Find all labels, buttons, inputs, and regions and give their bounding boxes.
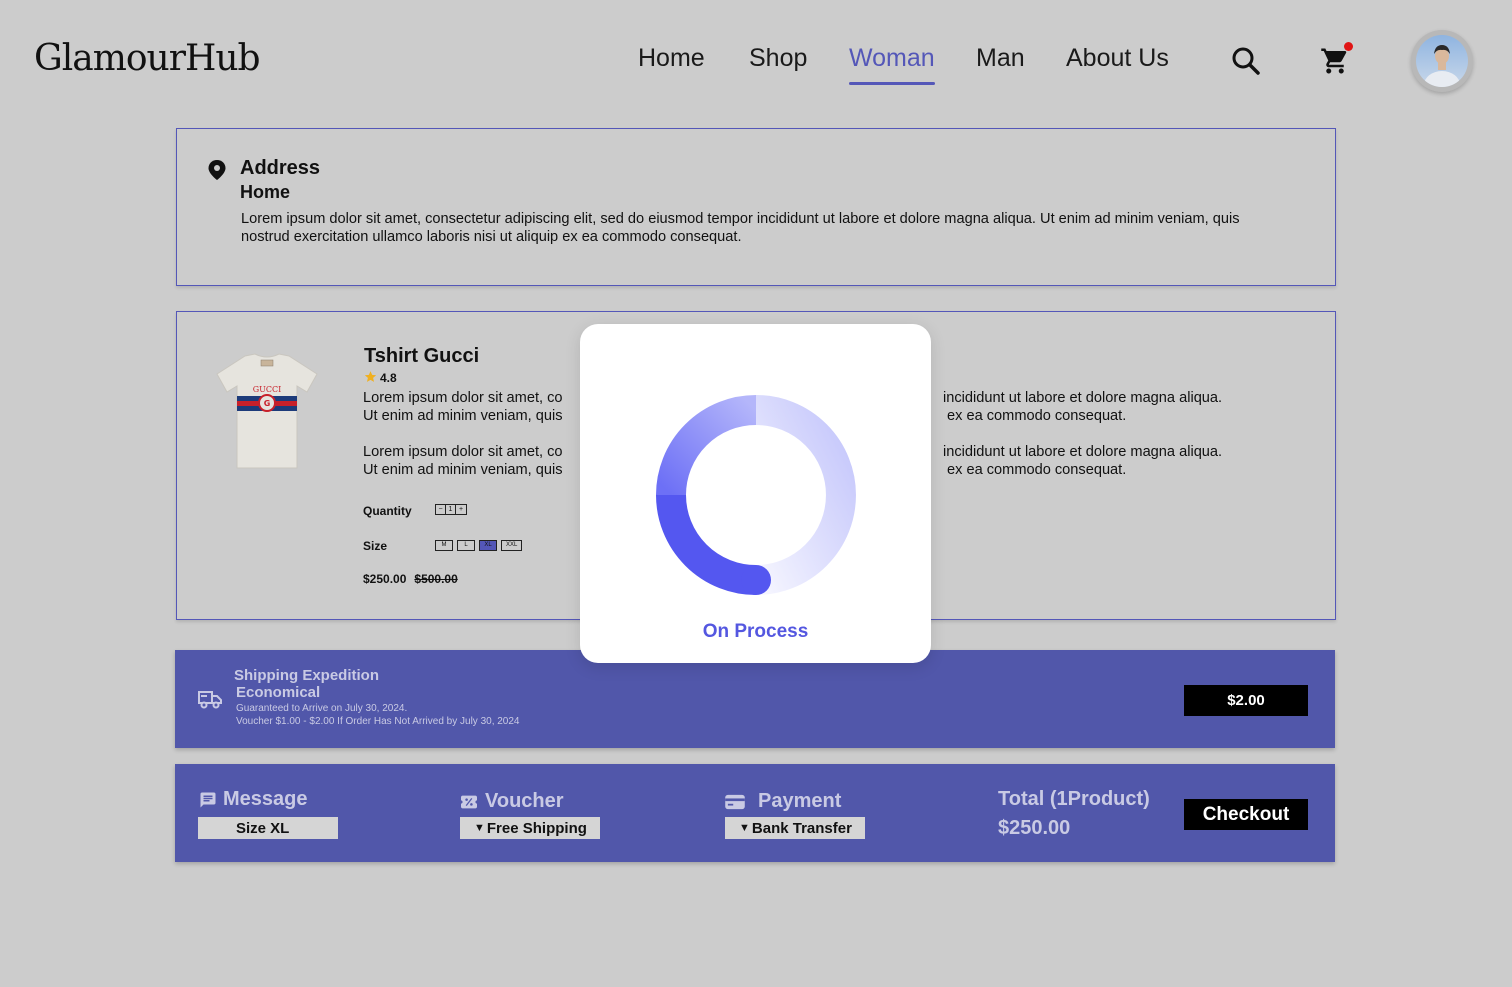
cart-badge (1344, 42, 1353, 51)
checkout-button[interactable]: Checkout (1184, 799, 1308, 830)
address-text: Lorem ipsum dolor sit amet, consectetur … (241, 211, 1240, 245)
loading-spinner-icon (656, 395, 856, 600)
desc2-line2-right: ex ea commodo consequat. (947, 462, 1127, 478)
product-rating: 4.8 (364, 370, 397, 386)
shipping-price: $2.00 (1184, 685, 1308, 716)
processing-status: On Process (702, 621, 809, 642)
quantity-label: Quantity (363, 504, 412, 518)
message-input[interactable]: Size XL (198, 817, 338, 839)
dropdown-arrow-icon: ▼ (474, 822, 485, 834)
svg-text:G: G (264, 399, 271, 408)
nav-item-shop[interactable]: Shop (749, 44, 807, 73)
product-image[interactable]: G GUCCI (215, 352, 319, 477)
product-price: $250.00 (363, 572, 407, 586)
quantity-decrease-button[interactable]: − (436, 505, 446, 514)
star-icon (364, 370, 377, 386)
nav-item-home[interactable]: Home (638, 44, 705, 73)
quantity-stepper: − 1 + (435, 504, 467, 515)
message-label: Message (223, 788, 308, 810)
size-selector: M L XL XXL (435, 540, 523, 551)
payment-label: Payment (758, 790, 842, 812)
price-row: $250.00 $500.00 (363, 572, 458, 586)
active-nav-indicator (849, 82, 935, 85)
search-icon[interactable] (1231, 46, 1261, 81)
user-photo (1416, 35, 1468, 87)
message-section: Message (199, 788, 308, 811)
shipping-voucher-note: Voucher $1.00 - $2.00 If Order Has Not A… (236, 716, 520, 727)
nav-item-woman-label: Woman (849, 44, 935, 72)
dropdown-arrow-icon: ▼ (739, 822, 750, 834)
message-icon (200, 792, 216, 807)
location-pin-icon (207, 159, 227, 186)
cart-button[interactable] (1320, 42, 1353, 76)
quantity-value: 1 (446, 505, 456, 514)
desc1-line1-right: incididunt ut labore et dolore magna ali… (943, 390, 1223, 406)
credit-card-icon (725, 794, 745, 809)
size-option-l[interactable]: L (457, 540, 475, 551)
tshirt-brand-print: GUCCI (253, 385, 282, 394)
size-label: Size (363, 539, 388, 553)
payment-selected: Bank Transfer (751, 819, 852, 837)
total-value: $250.00 (998, 817, 1071, 839)
address-title: Address (240, 157, 321, 179)
main-nav: Home Shop Woman Man About Us (0, 44, 1512, 85)
total-label: Total (1Product) (998, 788, 1150, 810)
nav-item-woman[interactable]: Woman (849, 44, 935, 85)
avatar[interactable] (1411, 30, 1473, 92)
desc2-line2-left: Ut enim ad minim veniam, quis (363, 462, 563, 478)
size-option-xxl[interactable]: XXL (501, 540, 523, 551)
desc1-line1-left: Lorem ipsum dolor sit amet, co (363, 390, 563, 406)
processing-modal: On Process (580, 324, 931, 663)
shipping-bar[interactable]: Shipping Expedition Economical Guarantee… (175, 650, 1335, 748)
voucher-selected: Free Shipping (486, 819, 587, 837)
address-card[interactable]: Address Home Lorem ipsum dolor sit amet,… (176, 128, 1336, 286)
payment-select[interactable]: ▼ Bank Transfer (725, 817, 865, 839)
checkout-bar: Message Size XL Voucher ▼ Free Shipping … (175, 764, 1335, 862)
desc1-line2-left: Ut enim ad minim veniam, quis (363, 408, 563, 424)
original-price: $500.00 (414, 572, 458, 586)
rating-value: 4.8 (380, 371, 397, 385)
address-label: Home (240, 182, 291, 202)
quantity-increase-button[interactable]: + (456, 505, 466, 514)
shipping-title: Shipping Expedition (234, 667, 379, 684)
product-name: Tshirt Gucci (364, 345, 480, 367)
voucher-icon (461, 795, 477, 808)
size-option-m[interactable]: M (435, 540, 453, 551)
desc1-line2-right: ex ea commodo consequat. (947, 408, 1127, 424)
nav-item-about-us[interactable]: About Us (1066, 44, 1169, 73)
nav-item-man[interactable]: Man (976, 44, 1025, 73)
size-option-xl[interactable]: XL (479, 540, 497, 551)
voucher-section: Voucher (459, 790, 564, 813)
voucher-select[interactable]: ▼ Free Shipping (460, 817, 600, 839)
shipping-type: Economical (236, 684, 321, 701)
truck-icon (197, 688, 223, 715)
voucher-label: Voucher (485, 790, 564, 812)
shipping-guarantee: Guaranteed to Arrive on July 30, 2024. (236, 703, 408, 714)
payment-section: Payment (724, 790, 841, 813)
desc2-line1-left: Lorem ipsum dolor sit amet, co (363, 444, 563, 460)
desc2-line1-right: incididunt ut labore et dolore magna ali… (943, 444, 1223, 460)
